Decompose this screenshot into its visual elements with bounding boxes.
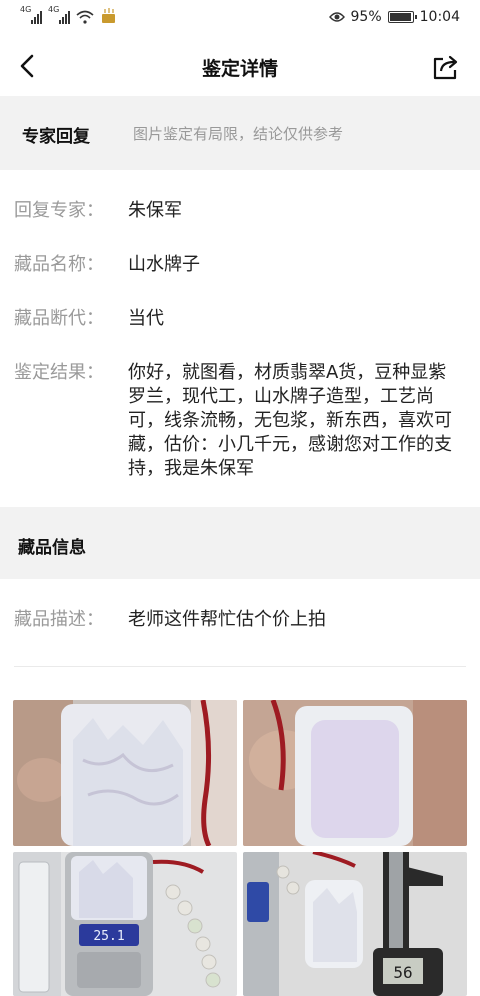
notification-icon [102, 8, 115, 23]
detail-value: 当代 [128, 308, 164, 329]
clock-time: 10:04 [419, 9, 460, 25]
section-title: 专家回复 [22, 127, 90, 147]
expert-reply-header: 专家回复 图片鉴定有局限，结论仅供参考 [0, 96, 480, 170]
nav-bar: 鉴定详情 [0, 36, 480, 96]
detail-label: 藏品描述： [14, 609, 104, 630]
divider [14, 666, 466, 667]
disclaimer-note: 图片鉴定有局限，结论仅供参考 [133, 125, 344, 143]
battery-icon [387, 11, 417, 23]
detail-label: 藏品断代： [14, 308, 104, 329]
status-bar: 4G 4G 95% 10:04 [0, 0, 480, 36]
item-info-header: 藏品信息 [0, 507, 480, 579]
appraisal-result: 你好，就图看，材质翡翠A货，豆种显紫罗兰，现代工，山水牌子造型，工艺尚可，线条流… [128, 362, 452, 479]
item-photo[interactable] [243, 700, 467, 846]
page-title: 鉴定详情 [201, 58, 278, 80]
eye-comfort-icon [328, 12, 345, 22]
detail-value: 山水牌子 [128, 254, 200, 275]
section-title: 藏品信息 [18, 538, 86, 558]
detail-value: 朱保军 [128, 200, 182, 221]
caliper-reading: 56 [393, 963, 412, 982]
signal-icon: 4G [48, 5, 70, 24]
detail-value: 老师这件帮忙估个价上拍 [128, 609, 326, 630]
item-photo-caliper[interactable]: 56 [243, 852, 467, 996]
scale-reading: 25.1 [93, 929, 124, 944]
wifi-icon [76, 10, 94, 24]
signal-icon: 4G [20, 5, 42, 24]
detail-label: 鉴定结果： [14, 362, 104, 383]
item-photo[interactable] [13, 700, 237, 846]
item-photo-on-scale[interactable]: 25.1 [13, 852, 237, 996]
detail-label: 藏品名称： [14, 254, 104, 275]
share-icon[interactable] [432, 54, 460, 80]
battery-percent: 95% [350, 9, 382, 25]
detail-label: 回复专家： [14, 200, 104, 221]
